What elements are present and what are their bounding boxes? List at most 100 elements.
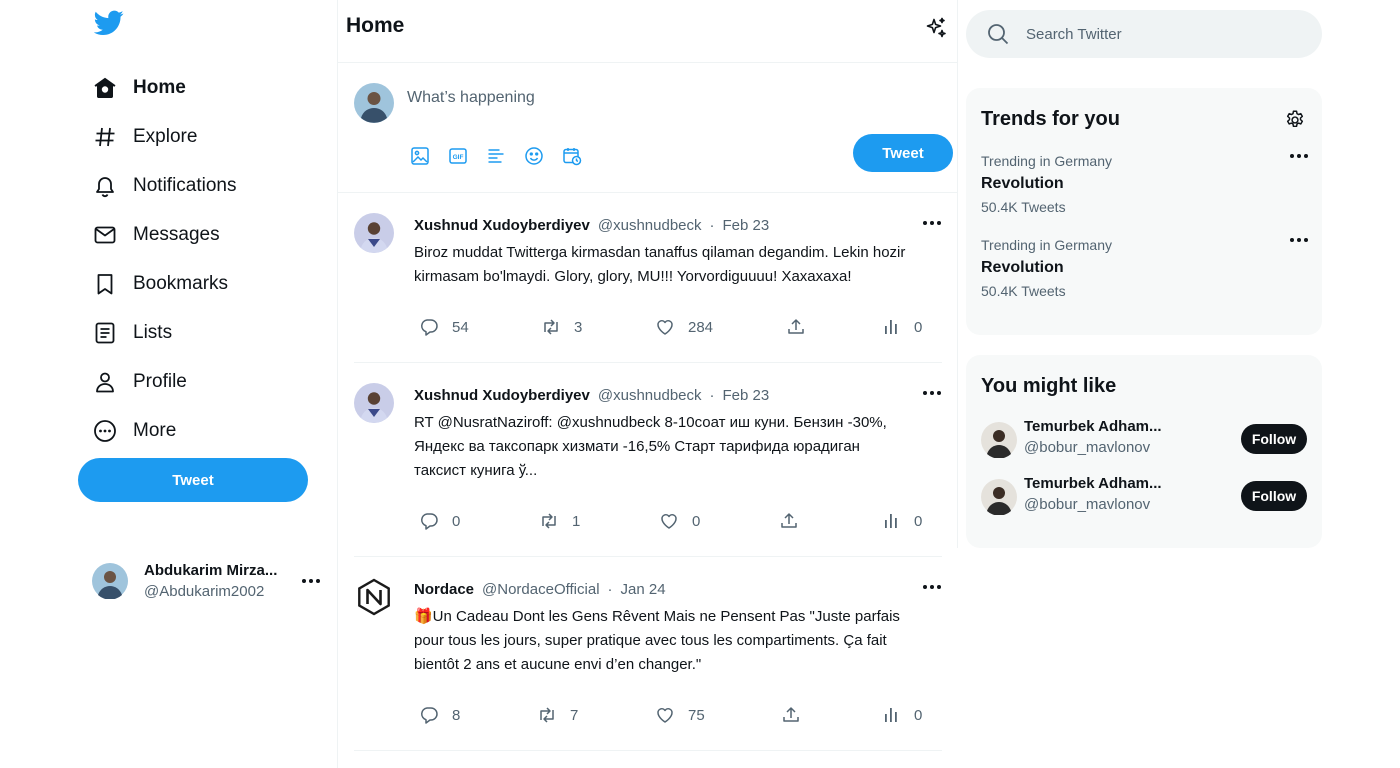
avatar[interactable]: [354, 213, 394, 253]
trend-context: Trending in Germany: [981, 153, 1112, 169]
reply-button[interactable]: 8: [419, 704, 460, 726]
nav-item-notifications[interactable]: Notifications: [92, 166, 237, 206]
retweet-button[interactable]: 7: [537, 704, 578, 726]
trends-title: Trends for you: [981, 108, 1120, 130]
suggested-user[interactable]: Temurbek Adham... @bobur_mavlonov Follow: [981, 418, 1309, 462]
follow-button[interactable]: Follow: [1241, 424, 1307, 454]
avatar[interactable]: [354, 83, 394, 123]
avatar[interactable]: [354, 577, 394, 617]
tweet-more-icon[interactable]: [920, 211, 944, 235]
tweet-card[interactable]: Xushnud Xudoyberdiyev @xushnudbeck · Feb…: [354, 363, 942, 557]
avatar: [981, 479, 1017, 515]
list-icon: [92, 320, 118, 346]
tweet-actions: 54 3 284 0: [414, 316, 934, 338]
tweet-card[interactable]: Nordace @NordaceOfficial · Jan 24 🎁Un Ca…: [354, 557, 942, 752]
tweet-text: 🎁Un Cadeau Dont les Gens Rêvent Mais ne …: [414, 608, 900, 673]
compose-input[interactable]: [407, 85, 927, 111]
envelope-icon: [92, 222, 118, 248]
share-button[interactable]: [786, 316, 806, 338]
poll-icon[interactable]: [486, 146, 524, 166]
views-button[interactable]: 0: [881, 704, 922, 726]
gear-icon[interactable]: [1284, 109, 1306, 131]
reply-count: 0: [452, 512, 461, 530]
sidebar-tweet-button[interactable]: Tweet: [78, 458, 308, 502]
views-button[interactable]: 0: [881, 316, 922, 338]
reply-button[interactable]: 54: [419, 316, 469, 338]
trends-panel: Trends for you Trending in Germany Revol…: [966, 88, 1322, 335]
suggested-user-handle: @bobur_mavlonov: [1024, 439, 1151, 456]
tweet-date[interactable]: Jan 24: [621, 581, 666, 598]
heart-icon: [655, 705, 675, 725]
trend-item[interactable]: Trending in Germany Revolution 50.4K Twe…: [981, 153, 1311, 223]
schedule-icon[interactable]: [562, 146, 600, 166]
search-box[interactable]: [966, 10, 1322, 58]
nav-item-profile[interactable]: Profile: [92, 362, 187, 402]
tweet-card[interactable]: Xushnud Xudoyberdiyev @xushnudbeck · Feb…: [354, 193, 942, 363]
nav-item-bookmarks[interactable]: Bookmarks: [92, 264, 228, 304]
share-button[interactable]: [779, 510, 799, 532]
retweet-button[interactable]: 3: [541, 316, 582, 338]
avatar[interactable]: [354, 383, 394, 423]
heart-icon: [659, 511, 679, 531]
trend-more-icon[interactable]: [1287, 228, 1311, 252]
tweet-more-icon[interactable]: [920, 381, 944, 405]
trend-item[interactable]: Trending in Germany Revolution 50.4K Twe…: [981, 237, 1311, 307]
tweet-more-icon[interactable]: [920, 575, 944, 599]
suggested-user[interactable]: Temurbek Adham... @bobur_mavlonov Follow: [981, 475, 1309, 519]
share-icon: [781, 705, 801, 725]
search-input[interactable]: [1026, 23, 1306, 45]
views-count: 0: [914, 512, 923, 530]
nav-label: Home: [133, 77, 186, 98]
tweet-date[interactable]: Feb 23: [723, 217, 770, 234]
views-count: 0: [914, 706, 923, 724]
separator-dot: ·: [709, 217, 715, 234]
reply-icon: [419, 705, 439, 725]
like-button[interactable]: 75: [655, 704, 705, 726]
compose-tweet-button[interactable]: Tweet: [853, 134, 953, 172]
share-button[interactable]: [781, 704, 801, 726]
like-button[interactable]: 0: [659, 510, 700, 532]
svg-text:GIF: GIF: [453, 154, 464, 161]
bookmark-icon: [92, 271, 118, 297]
nav-item-lists[interactable]: Lists: [92, 313, 172, 353]
sparkle-icon[interactable]: [924, 16, 948, 40]
nav-item-explore[interactable]: Explore: [92, 117, 197, 157]
search-icon: [987, 23, 1009, 45]
tweet-header: Xushnud Xudoyberdiyev @xushnudbeck · Feb…: [414, 217, 769, 234]
tweet-author-handle[interactable]: @NordaceOfficial: [482, 581, 600, 598]
like-button[interactable]: 284: [655, 316, 713, 338]
suggestions-title: You might like: [981, 375, 1117, 397]
gif-icon[interactable]: GIF: [448, 146, 486, 166]
account-handle: @Abdukarim2002: [144, 583, 265, 600]
tweet-author-name[interactable]: Nordace: [414, 581, 474, 598]
nav-item-home[interactable]: Home: [92, 68, 186, 108]
hashtag-icon: [92, 124, 118, 150]
nav-label: Bookmarks: [133, 273, 229, 294]
account-switcher[interactable]: Abdukarim Mirza... @Abdukarim2002: [92, 561, 332, 603]
image-icon[interactable]: [410, 146, 448, 166]
nav-item-messages[interactable]: Messages: [92, 215, 220, 255]
reply-count: 8: [452, 706, 461, 724]
tweet-author-handle[interactable]: @xushnudbeck: [598, 387, 702, 404]
emoji-icon[interactable]: [524, 146, 562, 166]
reply-button[interactable]: 0: [419, 510, 460, 532]
more-circle-icon: [92, 418, 118, 444]
trend-more-icon[interactable]: [1287, 144, 1311, 168]
like-count: 284: [688, 318, 714, 336]
tweet-author-name[interactable]: Xushnud Xudoyberdiyev: [414, 387, 590, 404]
views-button[interactable]: 0: [881, 510, 922, 532]
retweet-count: 7: [570, 706, 579, 724]
tweet-actions: 0 1 0 0: [414, 510, 934, 532]
nav-item-more[interactable]: More: [92, 411, 176, 451]
share-icon: [779, 511, 799, 531]
more-dots-icon[interactable]: [300, 571, 322, 591]
tweet-date[interactable]: Feb 23: [723, 387, 770, 404]
avatar: [92, 563, 128, 599]
twitter-logo-icon[interactable]: [94, 10, 124, 38]
tweet-author-handle[interactable]: @xushnudbeck: [598, 217, 702, 234]
retweet-icon: [537, 705, 557, 725]
follow-button[interactable]: Follow: [1241, 481, 1307, 511]
nav-label: Lists: [133, 322, 173, 343]
retweet-button[interactable]: 1: [539, 510, 580, 532]
tweet-author-name[interactable]: Xushnud Xudoyberdiyev: [414, 217, 590, 234]
